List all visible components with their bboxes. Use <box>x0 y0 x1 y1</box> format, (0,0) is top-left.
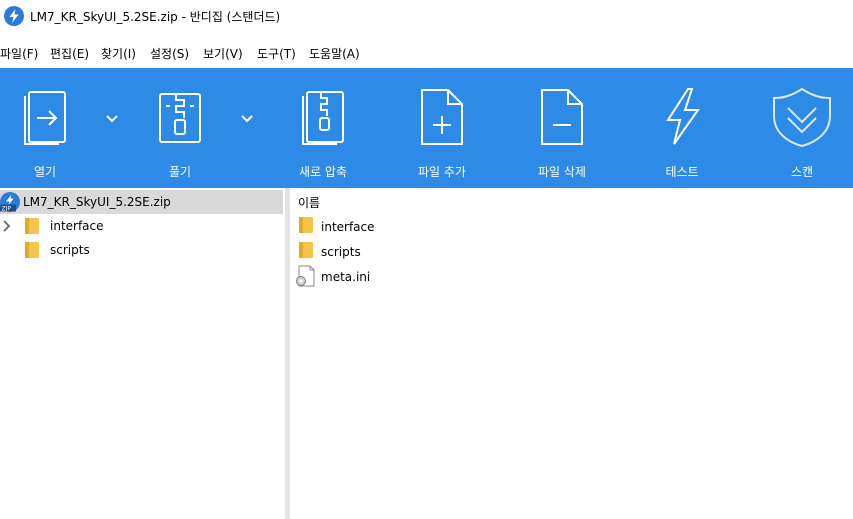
open-dropdown-chevron-icon[interactable] <box>102 108 122 128</box>
expand-chevron-right-icon[interactable] <box>2 220 12 232</box>
tree-item-label: interface <box>50 219 104 233</box>
scan-label: 스캔 <box>790 165 814 179</box>
tree-item-label: scripts <box>50 243 90 257</box>
extract-dropdown-chevron-icon[interactable] <box>237 108 257 128</box>
svg-text:ZIP: ZIP <box>2 206 12 213</box>
list-item[interactable]: meta.ini <box>290 264 850 288</box>
add-files-button[interactable]: 파일 추가 <box>397 68 487 188</box>
tree-item-interface[interactable]: interface <box>0 214 283 238</box>
menu-bar: 파일(F) 편집(E) 찾기(I) 설정(S) 보기(V) 도구(T) 도움말(… <box>0 40 853 64</box>
tree-root-label: LM7_KR_SkyUI_5.2SE.zip <box>23 195 171 209</box>
menu-help[interactable]: 도움말(A) <box>309 45 360 62</box>
open-button[interactable]: 열기 <box>0 68 90 188</box>
menu-tools[interactable]: 도구(T) <box>257 45 296 62</box>
folder-tree: ZIP LM7_KR_SkyUI_5.2SE.zip interface scr… <box>0 188 285 519</box>
menu-file[interactable]: 파일(F) <box>0 45 38 62</box>
toolbar: 열기 풀기 새로 압축 파일 추가 파일 삭제 테스트 스캔 <box>0 68 853 188</box>
add-file-icon <box>397 86 487 148</box>
tree-root-archive[interactable]: ZIP LM7_KR_SkyUI_5.2SE.zip <box>0 190 283 214</box>
delete-file-icon <box>517 86 607 148</box>
list-item-name: meta.ini <box>321 270 371 284</box>
new-archive-label: 새로 압축 <box>299 165 347 179</box>
new-archive-icon <box>278 86 368 148</box>
folder-icon <box>299 217 313 233</box>
test-label: 테스트 <box>665 165 699 179</box>
shield-icon <box>757 86 847 148</box>
window-title: LM7_KR_SkyUI_5.2SE.zip - 반디집 (스탠더드) <box>30 10 281 24</box>
delete-files-label: 파일 삭제 <box>538 165 586 179</box>
menu-settings[interactable]: 설정(S) <box>150 45 189 62</box>
open-label: 열기 <box>33 165 57 179</box>
new-archive-button[interactable]: 새로 압축 <box>278 68 368 188</box>
bandizip-logo-icon <box>4 6 24 26</box>
extract-label: 풀기 <box>168 165 192 179</box>
menu-find[interactable]: 찾기(I) <box>101 45 136 62</box>
scan-button[interactable]: 스캔 <box>757 68 847 188</box>
test-button[interactable]: 테스트 <box>637 68 727 188</box>
column-header-name[interactable]: 이름 <box>298 194 320 211</box>
extract-button[interactable]: 풀기 <box>135 68 225 188</box>
tree-item-scripts[interactable]: scripts <box>0 238 283 262</box>
zip-archive-icon: ZIP <box>0 192 20 213</box>
open-archive-icon <box>0 86 90 148</box>
add-files-label: 파일 추가 <box>418 165 466 179</box>
list-item-name: interface <box>321 220 375 234</box>
list-item[interactable]: scripts <box>290 239 850 263</box>
extract-zipper-icon <box>135 86 225 148</box>
title-bar: LM7_KR_SkyUI_5.2SE.zip - 반디집 (스탠더드) <box>0 0 853 32</box>
folder-icon <box>25 242 39 258</box>
file-list: 이름 interface scripts meta.ini <box>290 188 853 519</box>
list-item[interactable]: interface <box>290 214 850 238</box>
folder-icon <box>25 218 39 234</box>
lightning-icon <box>637 86 727 148</box>
menu-view[interactable]: 보기(V) <box>203 45 243 62</box>
folder-icon <box>299 242 313 258</box>
menu-edit[interactable]: 편집(E) <box>50 45 89 62</box>
settings-file-icon <box>295 265 317 287</box>
list-item-name: scripts <box>321 245 361 259</box>
delete-files-button[interactable]: 파일 삭제 <box>517 68 607 188</box>
